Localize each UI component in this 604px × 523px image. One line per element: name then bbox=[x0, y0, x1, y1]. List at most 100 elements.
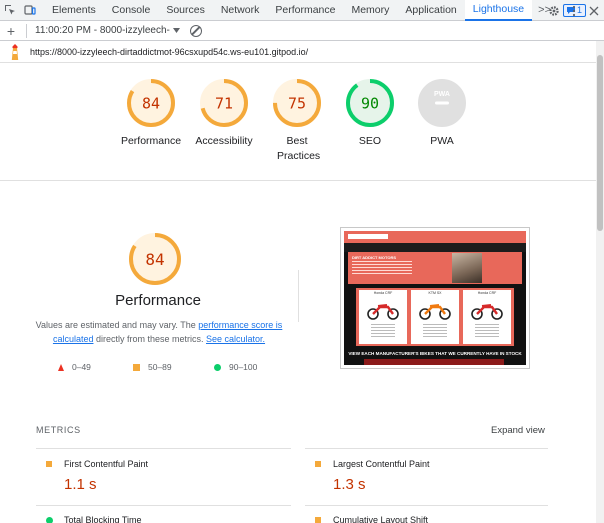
tab-network[interactable]: Network bbox=[213, 0, 268, 21]
average-square-icon bbox=[315, 517, 321, 523]
average-square-icon bbox=[315, 461, 321, 467]
summary-accessibility[interactable]: 71 Accessibility bbox=[184, 78, 264, 149]
summary-accessibility-gauge: 71 bbox=[200, 79, 248, 127]
summary-performance-label: Performance bbox=[120, 135, 182, 147]
tab-sources[interactable]: Sources bbox=[158, 0, 213, 21]
close-devtools-icon[interactable] bbox=[584, 0, 604, 21]
average-square-icon bbox=[46, 461, 52, 467]
summary-performance-score: 84 bbox=[142, 94, 160, 112]
lighthouse-toolbar: + 11:00:20 PM - 8000-izzyleech- bbox=[0, 21, 604, 41]
screenshot-page: DIRT ADDICT MOTORS Honda CRF KTM SX Honda … bbox=[344, 231, 526, 365]
devtools-tab-bar: Elements Console Sources Network Performance… bbox=[0, 0, 604, 21]
legend-average-label: 50–89 bbox=[148, 362, 172, 372]
bike-card-name: Honda CRF bbox=[477, 291, 497, 295]
site-navbar bbox=[344, 231, 526, 243]
legend-fail-label: 0–49 bbox=[72, 362, 91, 372]
site-hero: DIRT ADDICT MOTORS bbox=[348, 252, 522, 284]
metric-name: Largest Contentful Paint bbox=[333, 459, 430, 469]
tab-elements[interactable]: Elements bbox=[44, 0, 104, 21]
summary-best-practices-score: 75 bbox=[288, 94, 306, 112]
tab-performance[interactable]: Performance bbox=[267, 0, 343, 21]
summary-pwa[interactable]: PWA PWA bbox=[402, 78, 482, 149]
bike-card: Honda CRF bbox=[359, 290, 407, 344]
report-url-row: https://8000-izzyleech-dirtaddictmot-96c… bbox=[0, 41, 596, 63]
bike-cards: Honda CRF KTM SX Honda CRF bbox=[356, 288, 514, 346]
bike-card-text bbox=[475, 324, 499, 338]
performance-title: Performance bbox=[115, 292, 201, 309]
performance-main-gauge: 84 bbox=[129, 233, 181, 285]
inspect-element-icon[interactable] bbox=[0, 0, 20, 21]
metric-value: 1.3 s bbox=[333, 476, 366, 493]
legend-fail: 0–49 bbox=[58, 362, 91, 372]
summary-best-practices[interactable]: 75 Best Practices bbox=[257, 78, 337, 164]
summary-pwa-na-bar bbox=[435, 101, 449, 105]
metrics-heading: METRICS bbox=[36, 425, 81, 435]
lighthouse-logo-icon bbox=[11, 43, 19, 60]
site-brand bbox=[348, 234, 388, 239]
metrics-divider-left-2 bbox=[36, 505, 291, 506]
report-scrollbar[interactable] bbox=[596, 41, 604, 523]
summary-pwa-label: PWA bbox=[430, 135, 454, 147]
summary-performance[interactable]: 84 Performance bbox=[111, 78, 191, 149]
more-options-icon[interactable] bbox=[564, 0, 584, 21]
tab-memory[interactable]: Memory bbox=[343, 0, 397, 21]
category-summary: 84 Performance 71 Accessibility 75 Best Pract… bbox=[0, 63, 596, 181]
see-calculator-link[interactable]: See calculator. bbox=[206, 334, 265, 344]
fail-triangle-icon bbox=[58, 363, 64, 371]
summary-accessibility-score: 71 bbox=[215, 94, 233, 112]
metrics-divider-right-2 bbox=[305, 505, 548, 506]
tab-console[interactable]: Console bbox=[104, 0, 159, 21]
pass-circle-icon bbox=[46, 517, 53, 523]
chevron-down-icon bbox=[172, 28, 180, 33]
report-select-value: 11:00:20 PM - 8000-izzyleech- bbox=[35, 25, 170, 36]
new-report-button[interactable]: + bbox=[0, 23, 22, 39]
metrics-divider-right bbox=[305, 448, 548, 449]
bike-card-name: KTM SX bbox=[428, 291, 442, 295]
scrollbar-thumb[interactable] bbox=[597, 55, 603, 231]
summary-best-practices-label: Best Practices bbox=[277, 135, 321, 162]
bike-card-text bbox=[423, 324, 447, 338]
metric-value: 1.1 s bbox=[64, 476, 97, 493]
summary-seo-label: SEO bbox=[358, 135, 382, 147]
legend-pass-label: 90–100 bbox=[229, 362, 258, 372]
tab-application[interactable]: Application bbox=[397, 0, 464, 21]
hero-text bbox=[352, 261, 412, 275]
bike-card-text bbox=[371, 324, 395, 338]
site-banner: VIEW EACH MANUFACTURER'S BIKES THAT WE C… bbox=[348, 351, 522, 356]
expand-view-toggle[interactable]: Expand view bbox=[491, 425, 545, 436]
summary-accessibility-label: Accessibility bbox=[195, 135, 253, 147]
final-screenshot[interactable]: DIRT ADDICT MOTORS Honda CRF KTM SX Honda … bbox=[340, 227, 530, 369]
report-url[interactable]: https://8000-izzyleech-dirtaddictmot-96c… bbox=[30, 47, 308, 57]
performance-main-score: 84 bbox=[145, 250, 164, 269]
legend-pass: 90–100 bbox=[214, 362, 257, 372]
report-select[interactable]: 11:00:20 PM - 8000-izzyleech- bbox=[31, 25, 184, 36]
clear-reports-icon[interactable] bbox=[189, 24, 202, 37]
summary-best-practices-gauge: 75 bbox=[273, 79, 321, 127]
summary-seo[interactable]: 90 SEO bbox=[330, 78, 410, 149]
metric-name: First Contentful Paint bbox=[64, 459, 149, 469]
device-toolbar-icon[interactable] bbox=[20, 0, 40, 21]
tab-lighthouse[interactable]: Lighthouse bbox=[464, 0, 533, 21]
hero-title: DIRT ADDICT MOTORS bbox=[352, 255, 396, 260]
summary-performance-gauge: 84 bbox=[127, 79, 175, 127]
summary-pwa-gauge: PWA bbox=[418, 79, 466, 127]
bike-card: Honda CRF bbox=[463, 290, 511, 344]
section-divider bbox=[298, 270, 299, 322]
pass-circle-icon bbox=[214, 363, 221, 371]
hero-image bbox=[452, 253, 482, 283]
devtools-tabs: Elements Console Sources Network Performance… bbox=[44, 0, 533, 21]
motorbike-icon bbox=[419, 302, 451, 320]
site-nav-links bbox=[344, 243, 526, 252]
bike-card: KTM SX bbox=[411, 290, 459, 344]
description-prefix: Values are estimated and may vary. The bbox=[35, 320, 199, 330]
site-footer bbox=[364, 359, 504, 365]
metrics-divider-left bbox=[36, 448, 291, 449]
average-square-icon bbox=[133, 363, 140, 371]
settings-gear-icon[interactable] bbox=[544, 0, 564, 21]
summary-seo-gauge: 90 bbox=[346, 79, 394, 127]
performance-main-gauge: 84 bbox=[128, 232, 182, 289]
toolbar-divider bbox=[26, 23, 27, 38]
description-middle: directly from these metrics. bbox=[93, 334, 206, 344]
metric-name: Total Blocking Time bbox=[64, 515, 142, 523]
performance-description: Values are estimated and may vary. The p… bbox=[34, 318, 284, 346]
